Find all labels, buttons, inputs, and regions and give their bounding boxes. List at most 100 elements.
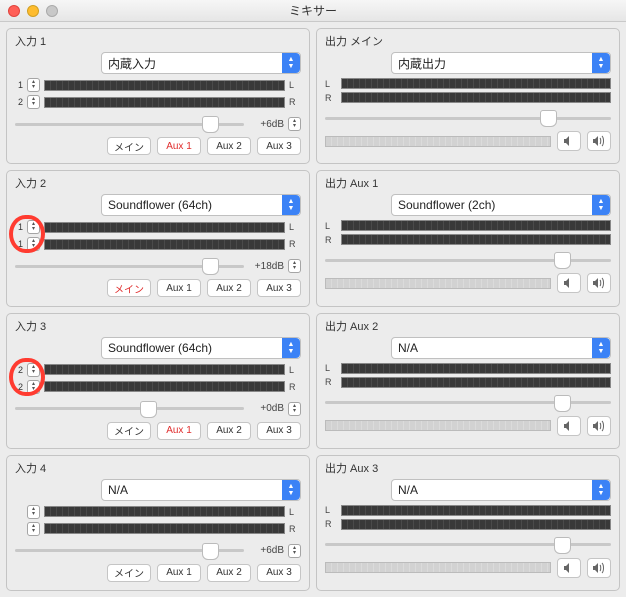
channel-stepper[interactable]: ▴▾ bbox=[27, 363, 40, 377]
speaker-icon bbox=[563, 420, 575, 432]
output-meter bbox=[325, 278, 551, 289]
channel-stepper[interactable]: ▴▾ bbox=[27, 380, 40, 394]
speaker-loud-icon bbox=[592, 277, 606, 289]
gain-slider[interactable] bbox=[15, 115, 244, 133]
output-panel: 出力 Aux 3 N/A ▲▼ L R bbox=[316, 455, 620, 591]
route-button[interactable]: Aux 2 bbox=[207, 137, 251, 155]
speaker-loud-icon bbox=[592, 420, 606, 432]
channel-side: L bbox=[289, 80, 301, 90]
panel-label: 入力 1 bbox=[15, 33, 301, 49]
level-meter-l bbox=[341, 363, 611, 374]
channel-stepper[interactable]: ▴▾ bbox=[27, 95, 40, 109]
gain-slider[interactable] bbox=[15, 257, 244, 275]
channel-number: 1 bbox=[15, 80, 23, 90]
output-panel: 出力 Aux 1 Soundflower (2ch) ▲▼ L R bbox=[316, 170, 620, 306]
route-button[interactable]: Aux 3 bbox=[257, 279, 301, 297]
route-button[interactable]: Aux 2 bbox=[207, 564, 251, 582]
speaker-icon bbox=[563, 277, 575, 289]
device-select[interactable]: N/A ▲▼ bbox=[101, 479, 301, 501]
channel-stepper[interactable]: ▴▾ bbox=[27, 78, 40, 92]
level-meter-l bbox=[341, 78, 611, 89]
panel-label: 入力 2 bbox=[15, 175, 301, 191]
channel-side: L bbox=[289, 507, 301, 517]
channel-stepper[interactable]: ▴▾ bbox=[27, 505, 40, 519]
volume-slider[interactable] bbox=[325, 394, 611, 412]
device-select[interactable]: Soundflower (64ch) ▲▼ bbox=[101, 194, 301, 216]
channel-side: R bbox=[325, 93, 337, 103]
level-meter-r bbox=[44, 97, 285, 108]
mute-button[interactable] bbox=[557, 273, 581, 293]
gain-slider[interactable] bbox=[15, 542, 244, 560]
gain-stepper[interactable]: ▴▾ bbox=[288, 402, 301, 416]
chevron-updown-icon: ▲▼ bbox=[592, 480, 610, 500]
gain-label: +6dB bbox=[248, 119, 284, 130]
panel-label: 出力 メイン bbox=[325, 33, 611, 49]
level-meter-r bbox=[44, 239, 285, 250]
level-meter-l bbox=[341, 505, 611, 516]
channel-stepper[interactable]: ▴▾ bbox=[27, 522, 40, 536]
volume-slider[interactable] bbox=[325, 251, 611, 269]
panel-label: 出力 Aux 1 bbox=[325, 175, 611, 191]
channel-side: L bbox=[325, 363, 337, 373]
speaker-icon bbox=[563, 135, 575, 147]
route-button[interactable]: Aux 2 bbox=[207, 422, 251, 440]
chevron-updown-icon: ▲▼ bbox=[282, 480, 300, 500]
level-meter-l bbox=[341, 220, 611, 231]
route-button[interactable]: Aux 2 bbox=[207, 279, 251, 297]
device-select[interactable]: Soundflower (2ch) ▲▼ bbox=[391, 194, 611, 216]
mute-button[interactable] bbox=[557, 416, 581, 436]
route-button[interactable]: Aux 3 bbox=[257, 564, 301, 582]
minimize-icon[interactable] bbox=[27, 5, 39, 17]
device-select-value: 内蔵入力 bbox=[108, 55, 156, 72]
chevron-updown-icon: ▲▼ bbox=[592, 338, 610, 358]
level-meter-r bbox=[44, 381, 285, 392]
route-button[interactable]: Aux 1 bbox=[157, 137, 201, 155]
channel-stepper[interactable]: ▴▾ bbox=[27, 220, 40, 234]
route-button[interactable]: メイン bbox=[107, 279, 151, 297]
input-panel: 入力 3 Soundflower (64ch) ▲▼ 2 ▴▾ L 2 ▴▾ R bbox=[6, 313, 310, 449]
route-button[interactable]: Aux 1 bbox=[157, 279, 201, 297]
route-button[interactable]: Aux 1 bbox=[157, 422, 201, 440]
volume-slider[interactable] bbox=[325, 536, 611, 554]
route-button[interactable]: Aux 3 bbox=[257, 137, 301, 155]
channel-side: R bbox=[289, 524, 301, 534]
gain-slider[interactable] bbox=[15, 400, 244, 418]
volume-slider[interactable] bbox=[325, 109, 611, 127]
route-button[interactable]: Aux 1 bbox=[157, 564, 201, 582]
gain-stepper[interactable]: ▴▾ bbox=[288, 117, 301, 131]
volume-button[interactable] bbox=[587, 416, 611, 436]
channel-side: R bbox=[289, 382, 301, 392]
panel-label: 出力 Aux 3 bbox=[325, 460, 611, 476]
panel-label: 入力 4 bbox=[15, 460, 301, 476]
output-meter bbox=[325, 562, 551, 573]
volume-button[interactable] bbox=[587, 131, 611, 151]
titlebar: ミキサー bbox=[0, 0, 626, 22]
channel-stepper[interactable]: ▴▾ bbox=[27, 237, 40, 251]
device-select-value: N/A bbox=[398, 341, 418, 355]
device-select[interactable]: Soundflower (64ch) ▲▼ bbox=[101, 337, 301, 359]
gain-stepper[interactable]: ▴▾ bbox=[288, 259, 301, 273]
close-icon[interactable] bbox=[8, 5, 20, 17]
route-button[interactable]: メイン bbox=[107, 137, 151, 155]
device-select[interactable]: 内蔵出力 ▲▼ bbox=[391, 52, 611, 74]
channel-side: R bbox=[289, 239, 301, 249]
input-panel: 入力 4 N/A ▲▼ ▴▾ L ▴▾ R bbox=[6, 455, 310, 591]
device-select-value: N/A bbox=[108, 483, 128, 497]
gain-stepper[interactable]: ▴▾ bbox=[288, 544, 301, 558]
chevron-updown-icon: ▲▼ bbox=[282, 338, 300, 358]
volume-button[interactable] bbox=[587, 273, 611, 293]
device-select[interactable]: N/A ▲▼ bbox=[391, 479, 611, 501]
chevron-updown-icon: ▲▼ bbox=[592, 195, 610, 215]
route-button[interactable]: メイン bbox=[107, 422, 151, 440]
device-select[interactable]: N/A ▲▼ bbox=[391, 337, 611, 359]
level-meter-l bbox=[44, 364, 285, 375]
channel-side: R bbox=[325, 235, 337, 245]
volume-button[interactable] bbox=[587, 558, 611, 578]
zoom-icon[interactable] bbox=[46, 5, 58, 17]
speaker-loud-icon bbox=[592, 562, 606, 574]
route-button[interactable]: メイン bbox=[107, 564, 151, 582]
mute-button[interactable] bbox=[557, 558, 581, 578]
device-select[interactable]: 内蔵入力 ▲▼ bbox=[101, 52, 301, 74]
route-button[interactable]: Aux 3 bbox=[257, 422, 301, 440]
mute-button[interactable] bbox=[557, 131, 581, 151]
